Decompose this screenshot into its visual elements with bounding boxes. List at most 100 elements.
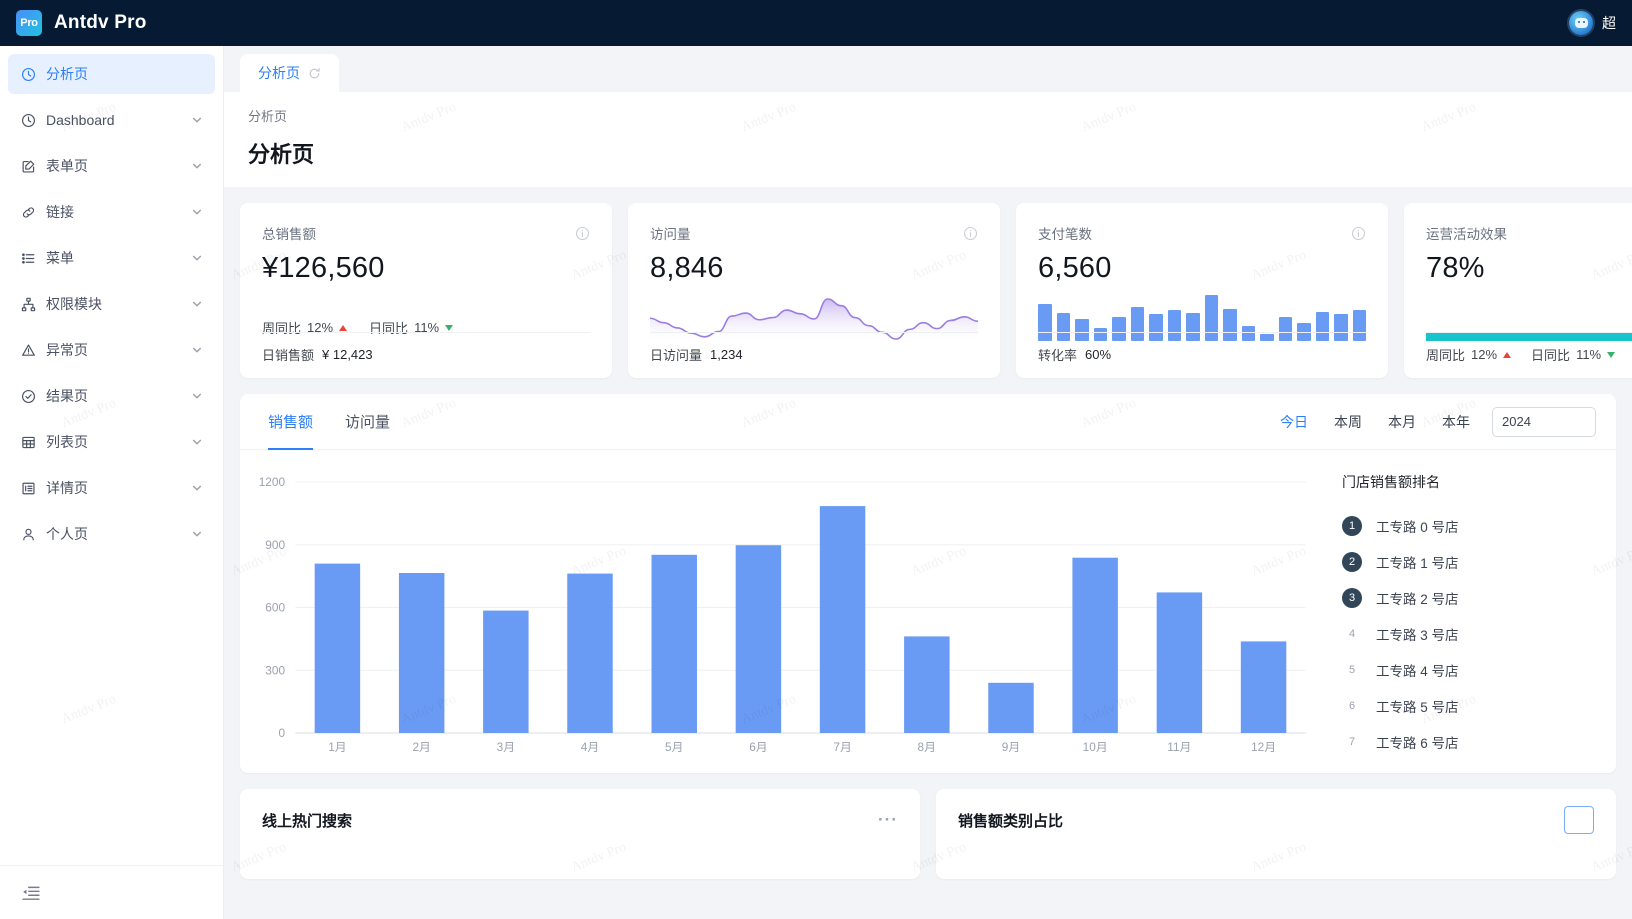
stat-card-title: 访问量 [650, 227, 691, 242]
sidebar-item-9[interactable]: 列表页 [8, 422, 215, 462]
bottom-panel-header: 线上热门搜索 ··· [240, 789, 920, 851]
app-logo-icon: Pro [16, 10, 42, 36]
breadcrumb: 分析页 [248, 109, 288, 124]
more-dots-icon[interactable]: ··· [878, 811, 898, 828]
stat-card-footer-label: 日访问量 [650, 348, 703, 363]
chevron-down-icon[interactable] [191, 344, 203, 356]
stat-card-1: 总销售额 ¥126,560 周同比 12% 日同比 11% 日销售额 ¥ 12,… [240, 203, 612, 378]
rank-badge: 7 [1348, 736, 1356, 748]
stat-card-4: 运营活动效果 78% 周同比 12% 日同比 11% [1404, 203, 1632, 378]
rank-row: 4 工专路 3 号店 [1342, 616, 1596, 652]
chevron-down-icon[interactable] [191, 390, 203, 402]
avatar-face-icon [1574, 18, 1588, 28]
svg-text:7月: 7月 [833, 741, 851, 754]
stat-card-title: 运营活动效果 [1426, 227, 1507, 242]
topbar-user-area[interactable]: 超 [1569, 11, 1616, 35]
stat-card-value: 6,560 [1038, 252, 1112, 284]
list-icon [20, 250, 36, 266]
range-link-1[interactable]: 今日 [1280, 412, 1308, 432]
sales-panel: 销售额 访问量 今日 本周 本月 本年 2024 0 300 600 900 1200 1月 2月 3… [240, 394, 1616, 773]
menu-fold-icon[interactable] [22, 884, 40, 902]
chevron-down-icon[interactable] [191, 298, 203, 310]
chevron-down-icon[interactable] [191, 206, 203, 218]
arrow-down-icon [1607, 351, 1616, 358]
stat-card-header: 访问量 [650, 223, 978, 243]
rank-store-name: 工专路 1 号店 [1376, 556, 1459, 571]
rank-row: 6 工专路 5 号店 [1342, 688, 1596, 724]
range-link-4[interactable]: 本年 [1442, 412, 1470, 432]
content-region: 分析页 分析页 分析页 总销售额 ¥126,560 周同比 12% 日同比 11… [224, 46, 1632, 919]
chevron-down-icon[interactable] [191, 528, 203, 540]
range-filter-links: 今日 本周 本月 本年 [1280, 412, 1470, 432]
info-circle-icon[interactable] [1351, 226, 1366, 241]
rank-badge: 1 [1342, 516, 1362, 536]
range-link-3[interactable]: 本月 [1388, 412, 1416, 432]
sidebar-item-4[interactable]: 链接 [8, 192, 215, 232]
rank-row: 7 工专路 6 号店 [1342, 724, 1596, 760]
rank-row: 1 工专路 0 号店 [1342, 508, 1596, 544]
date-range-input[interactable]: 2024 [1492, 406, 1596, 437]
app-root: Pro Antdv Pro 超 分析页 Dashboard 表单页 链接 菜单 权限模块异… [0, 0, 1632, 919]
chevron-down-icon[interactable] [191, 160, 203, 172]
rank-store-name: 工专路 2 号店 [1376, 592, 1459, 607]
trend-value: 11% [1576, 347, 1602, 362]
info-circle-icon[interactable] [963, 226, 978, 241]
svg-text:2月: 2月 [412, 741, 430, 754]
range-link-2[interactable]: 本周 [1334, 412, 1362, 432]
stat-cards-row: 总销售额 ¥126,560 周同比 12% 日同比 11% 日销售额 ¥ 12,… [240, 203, 1632, 378]
stat-card-footer: 日访问量 1,234 [650, 332, 978, 364]
reload-icon[interactable] [308, 67, 321, 80]
stat-card-title: 总销售额 [262, 227, 316, 242]
sidebar-item-7[interactable]: 异常页 [8, 330, 215, 370]
link-icon [20, 204, 36, 220]
page-title: 分析页 [248, 142, 315, 167]
sidebar-item-label: 个人页 [46, 526, 88, 542]
chevron-down-icon[interactable] [191, 114, 203, 126]
chevron-down-icon[interactable] [191, 436, 203, 448]
sidebar-item-8[interactable]: 结果页 [8, 376, 215, 416]
sidebar-item-6[interactable]: 权限模块 [8, 284, 215, 324]
username-label: 超 [1602, 15, 1616, 31]
sidebar-item-1[interactable]: 分析页 [8, 54, 215, 94]
svg-text:9月: 9月 [1002, 741, 1020, 754]
stat-card-footer: 日销售额 ¥ 12,423 [262, 332, 590, 364]
cluster-icon [20, 296, 36, 312]
svg-text:6月: 6月 [749, 741, 767, 754]
sidebar-item-5[interactable]: 菜单 [8, 238, 215, 278]
stat-card-header: 总销售额 [262, 223, 590, 243]
rank-row: 5 工专路 4 号店 [1342, 652, 1596, 688]
sales-tab-1[interactable]: 销售额 [256, 394, 325, 450]
store-ranking-list: 1 工专路 0 号店 2 工专路 1 号店 3 工专路 2 号店 4 工专路 3 号店 5 工专路… [1342, 508, 1596, 760]
rank-badge: 3 [1342, 588, 1362, 608]
page-header: 分析页 分析页 [224, 92, 1632, 187]
stat-card-value: ¥126,560 [262, 252, 385, 284]
svg-text:3月: 3月 [497, 741, 515, 754]
svg-text:5月: 5月 [665, 741, 683, 754]
sidebar-item-label: 权限模块 [46, 296, 102, 312]
sidebar-item-11[interactable]: 个人页 [8, 514, 215, 554]
sidebar-item-3[interactable]: 表单页 [8, 146, 215, 186]
avatar[interactable] [1569, 11, 1593, 35]
sidebar-item-10[interactable]: 详情页 [8, 468, 215, 508]
tab-analysis[interactable]: 分析页 [240, 54, 339, 92]
sidebar-item-label: 详情页 [46, 480, 88, 496]
svg-text:600: 600 [265, 602, 285, 615]
sidebar-item-2[interactable]: Dashboard [8, 100, 215, 140]
bottom-panel-2: 销售额类别占比 [936, 789, 1616, 879]
svg-text:900: 900 [265, 539, 285, 552]
sales-tab-2[interactable]: 访问量 [333, 394, 402, 450]
sidebar-item-label: 列表页 [46, 434, 88, 450]
arrow-up-icon [339, 324, 348, 331]
rank-store-name: 工专路 6 号店 [1376, 736, 1459, 751]
stat-card-3: 支付笔数 6,560 转化率 60% [1016, 203, 1388, 378]
info-circle-icon[interactable] [575, 226, 590, 241]
chevron-down-icon[interactable] [191, 252, 203, 264]
chevron-down-icon[interactable] [191, 482, 203, 494]
store-ranking: 门店销售额排名 1 工专路 0 号店 2 工专路 1 号店 3 工专路 2 号店 4 工专路 … [1326, 450, 1616, 773]
bottom-panel-1: 线上热门搜索 ··· [240, 789, 920, 879]
trend-label: 日同比 [1531, 348, 1571, 363]
chart-type-toggle[interactable] [1564, 806, 1594, 834]
svg-text:12月: 12月 [1251, 741, 1276, 754]
rank-badge: 6 [1348, 700, 1356, 712]
